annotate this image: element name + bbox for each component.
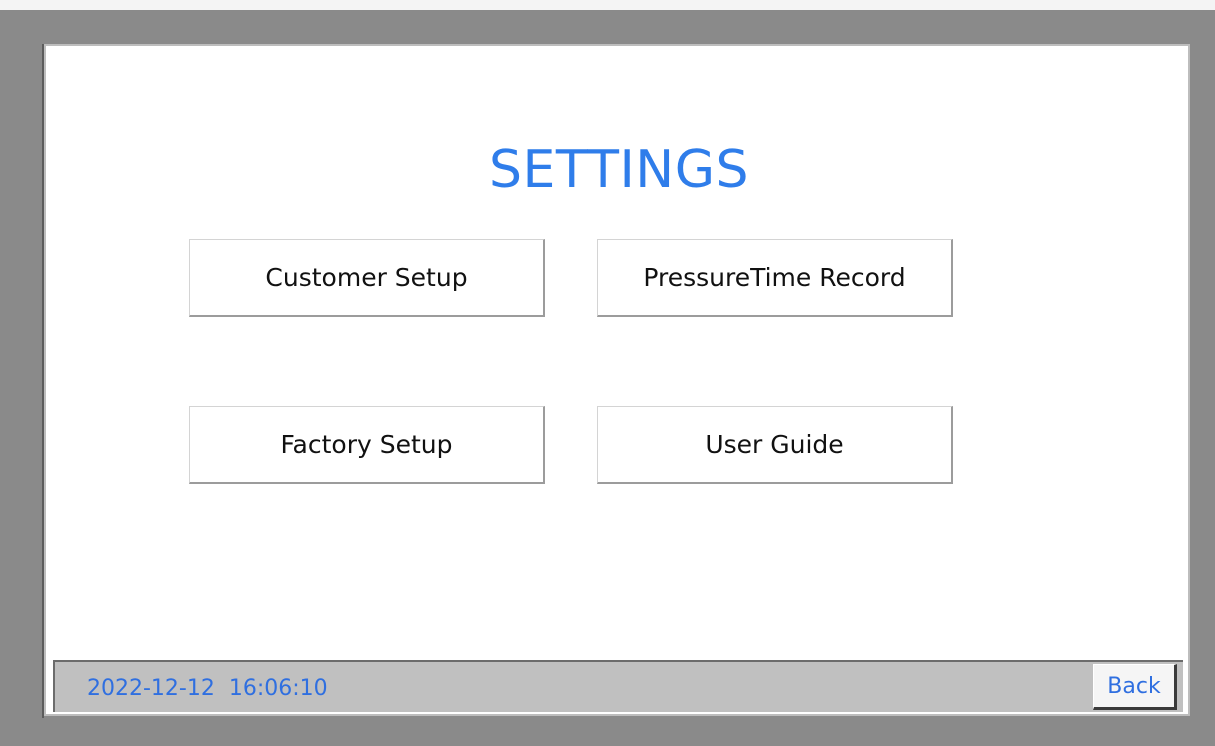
settings-panel: SETTINGS Customer Setup PressureTime Rec… (44, 44, 1190, 716)
datetime-display: 2022-12-12 16:06:10 (87, 676, 328, 701)
customer-setup-button[interactable]: Customer Setup (189, 239, 545, 317)
status-bar: 2022-12-12 16:06:10 Back (53, 660, 1183, 712)
back-button[interactable]: Back (1093, 664, 1177, 710)
pressure-time-record-button[interactable]: PressureTime Record (597, 239, 953, 317)
page-title: SETTINGS (488, 140, 749, 200)
user-guide-button[interactable]: User Guide (597, 406, 953, 484)
bezel-top-strip (0, 0, 1215, 10)
factory-setup-button[interactable]: Factory Setup (189, 406, 545, 484)
